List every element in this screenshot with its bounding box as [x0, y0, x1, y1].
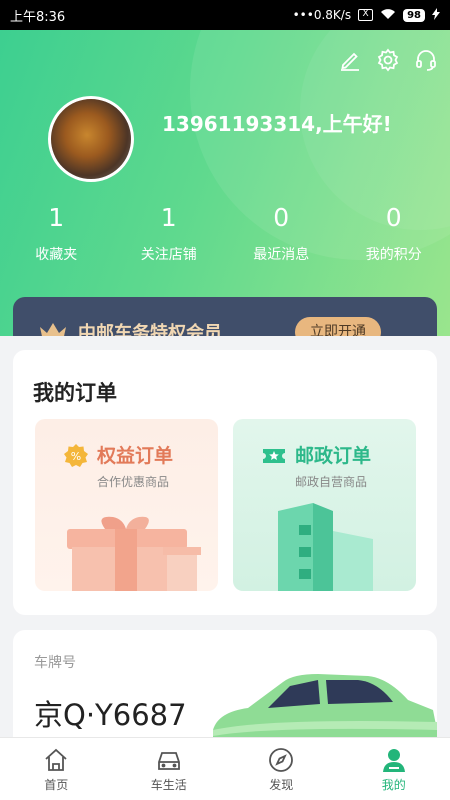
nav-home[interactable]: 首页 — [0, 738, 113, 800]
orders-card: 我的订单 % 权益订单 合作优惠商品 邮政订单 邮政自营商品 — [13, 350, 437, 615]
nav-mine[interactable]: 我的 — [338, 738, 450, 800]
percent-badge-icon: % — [64, 444, 88, 467]
person-icon — [382, 749, 405, 772]
status-indicators: •••0.8K/s X 98 — [292, 7, 440, 23]
bottom-navigation: 首页 车生活 发现 我的 — [0, 737, 450, 800]
vip-banner: 中邮车务特权会员 立即开通 — [13, 297, 437, 336]
svg-text:%: % — [71, 450, 81, 463]
stat-value: 0 — [385, 203, 402, 232]
stat-recent-messages[interactable]: 0 最近消息 — [225, 200, 338, 264]
postal-orders-panel[interactable]: 邮政订单 邮政自营商品 — [233, 419, 416, 591]
user-greeting: 13961193314,上午好! — [162, 112, 392, 136]
benefit-orders-panel[interactable]: % 权益订单 合作优惠商品 — [35, 419, 218, 591]
benefit-orders-subtitle: 合作优惠商品 — [97, 475, 170, 489]
vip-title: 中邮车务特权会员 — [78, 322, 222, 337]
nav-label: 我的 — [381, 778, 406, 792]
edit-icon[interactable] — [338, 48, 362, 72]
network-speed: •••0.8K/s — [292, 8, 352, 22]
avatar[interactable] — [48, 96, 134, 182]
settings-icon[interactable] — [376, 48, 400, 72]
wifi-icon — [380, 8, 396, 23]
status-bar: 上午8:36 •••0.8K/s X 98 — [0, 0, 450, 30]
stat-value: 1 — [48, 203, 65, 232]
nav-label: 首页 — [44, 778, 69, 792]
stat-label: 最近消息 — [253, 247, 310, 263]
profile-header: 13961193314,上午好! 1 收藏夹 1 关注店铺 0 最近消息 0 我… — [0, 30, 450, 336]
header-actions — [338, 48, 438, 72]
nav-label: 车生活 — [150, 778, 187, 792]
orders-title: 我的订单 — [33, 381, 117, 405]
stat-value: 0 — [273, 203, 290, 232]
home-icon — [45, 748, 67, 771]
ticket-star-icon — [263, 449, 285, 463]
stat-value: 1 — [160, 203, 177, 232]
nav-car-life[interactable]: 车生活 — [113, 738, 226, 800]
stat-favorites[interactable]: 1 收藏夹 — [0, 200, 113, 264]
compass-icon — [269, 748, 294, 772]
gift-box-icon — [67, 516, 201, 591]
stat-label: 我的积分 — [365, 247, 422, 263]
sim-x-icon: X — [358, 9, 374, 21]
plate-label: 车牌号 — [34, 655, 76, 671]
nav-label: 发现 — [269, 778, 294, 792]
crown-icon — [40, 322, 66, 336]
status-time: 上午8:36 — [10, 9, 66, 25]
postal-orders-title: 邮政订单 — [295, 445, 372, 467]
headset-icon[interactable] — [414, 48, 438, 72]
plate-number: 京Q·Y6687 — [34, 698, 187, 732]
nav-discover[interactable]: 发现 — [225, 738, 338, 800]
battery-level: 98 — [403, 8, 425, 22]
stat-followed-shops[interactable]: 1 关注店铺 — [113, 200, 226, 264]
charging-icon — [432, 7, 440, 23]
stat-label: 收藏夹 — [35, 247, 78, 263]
stat-points[interactable]: 0 我的积分 — [338, 200, 450, 264]
building-icon — [278, 503, 373, 591]
benefit-orders-title: 权益订单 — [97, 445, 174, 467]
activate-vip-button[interactable]: 立即开通 — [295, 317, 381, 336]
postal-orders-subtitle: 邮政自营商品 — [295, 475, 368, 489]
stats-row: 1 收藏夹 1 关注店铺 0 最近消息 0 我的积分 — [0, 200, 450, 264]
stat-label: 关注店铺 — [140, 247, 197, 263]
car-icon — [157, 752, 180, 770]
